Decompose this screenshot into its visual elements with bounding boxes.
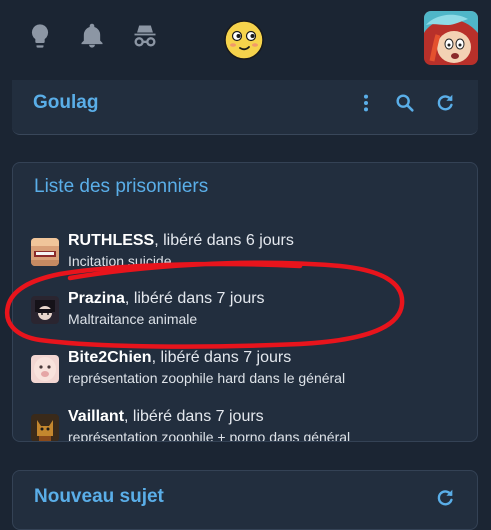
prisoner-name[interactable]: Prazina xyxy=(68,290,125,307)
prisoner-row[interactable]: Bite2Chien, libéré dans 7 jours représen… xyxy=(31,349,471,395)
prisoner-list-card: Liste des prisonniers RUTHLESS, libéré d… xyxy=(12,162,478,442)
prisoner-reason: Incitation suicide xyxy=(68,253,172,269)
prisoner-status: , libéré dans 6 jours xyxy=(154,232,294,249)
more-options-icon[interactable] xyxy=(355,92,377,114)
top-bar xyxy=(0,0,491,78)
incognito-icon[interactable] xyxy=(131,22,159,50)
prisoner-row[interactable]: Prazina, libéré dans 7 jours Maltraitanc… xyxy=(31,290,471,336)
prisoner-status: , libéré dans 7 jours xyxy=(124,290,265,307)
search-icon[interactable] xyxy=(394,92,416,114)
prisoner-avatar[interactable] xyxy=(31,238,59,266)
prisoner-name[interactable]: RUTHLESS xyxy=(68,232,154,249)
prisoner-reason: représentation zoophile + porno dans gén… xyxy=(68,429,351,442)
prisoner-name[interactable]: Vaillant xyxy=(68,408,124,425)
forum-header-card: Goulag xyxy=(12,80,478,135)
prisoner-row[interactable]: Vaillant, libéré dans 7 jours représenta… xyxy=(31,408,471,442)
new-topic-title[interactable]: Nouveau sujet xyxy=(34,486,164,508)
prisoner-status: , libéré dans 7 jours xyxy=(124,408,264,425)
refresh-icon[interactable] xyxy=(434,92,456,114)
user-avatar[interactable] xyxy=(424,11,478,65)
prisoner-name[interactable]: Bite2Chien xyxy=(68,349,152,366)
prisoner-reason: Maltraitance animale xyxy=(68,311,198,327)
refresh-icon[interactable] xyxy=(434,487,456,509)
prisoner-row[interactable]: RUTHLESS, libéré dans 6 jours Incitation… xyxy=(31,232,471,278)
prisoner-list-title: Liste des prisonniers xyxy=(34,176,209,197)
bell-icon[interactable] xyxy=(78,22,106,50)
prisoner-status: , libéré dans 7 jours xyxy=(151,349,292,366)
prisoner-reason: représentation zoophile hard dans le gén… xyxy=(68,370,346,386)
prisoner-avatar[interactable] xyxy=(31,355,59,383)
prisoner-avatar[interactable] xyxy=(31,296,59,324)
forum-title[interactable]: Goulag xyxy=(33,92,98,114)
new-topic-card: Nouveau sujet xyxy=(12,470,478,530)
lightbulb-icon[interactable] xyxy=(26,22,54,50)
smiley-emoji-icon[interactable] xyxy=(223,19,265,61)
prisoner-avatar[interactable] xyxy=(31,414,59,441)
